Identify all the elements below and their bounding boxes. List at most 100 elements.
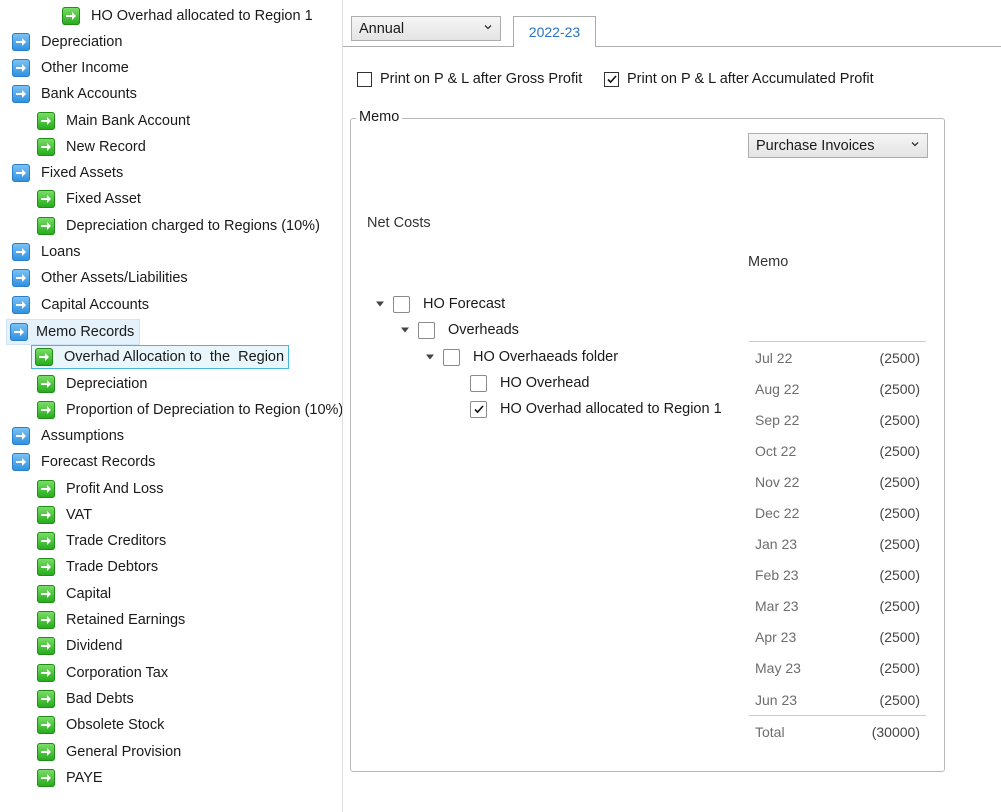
tree-item-new-record[interactable]: New Record [37, 136, 149, 158]
tree-item-other-income[interactable]: Other Income [12, 57, 132, 79]
month-label: Mar 23 [755, 598, 799, 615]
month-label: Aug 22 [755, 380, 800, 397]
tree-item-forecast-records[interactable]: Forecast Records [12, 451, 158, 473]
account-label: Overheads [448, 322, 519, 338]
account-checkbox[interactable] [470, 400, 487, 418]
account-node-ho-overhead[interactable]: HO Overhead [470, 372, 589, 394]
account-label: HO Overhaeads folder [473, 349, 619, 365]
tree-item-label: Trade Creditors [66, 533, 167, 549]
month-label: Feb 23 [755, 567, 799, 584]
tree-item-label: Overhad Allocation to the Region [64, 349, 285, 365]
tree-item-label: PAYE [66, 770, 103, 786]
tree-item-profit-and-loss[interactable]: Profit And Loss [37, 478, 167, 500]
blue-arrow-icon [12, 427, 30, 445]
tree-item-corporation-tax[interactable]: Corporation Tax [37, 662, 171, 684]
expand-triangle-icon[interactable] [375, 299, 385, 309]
table-row: Jan 23 (2500) [749, 529, 926, 560]
table-row: Jun 23 (2500) [749, 684, 926, 715]
table-row: Mar 23 (2500) [749, 591, 926, 622]
tree-item-capital-accounts[interactable]: Capital Accounts [12, 294, 152, 316]
blue-arrow-icon [12, 33, 30, 51]
tree-item-label: VAT [66, 507, 93, 523]
account-node-ho-overhad-allocated[interactable]: HO Overhad allocated to Region 1 [470, 398, 722, 420]
tree-item-main-bank-account[interactable]: Main Bank Account [37, 110, 193, 132]
tree-item-trade-creditors[interactable]: Trade Creditors [37, 530, 169, 552]
tree-item-depreciation-charged[interactable]: Depreciation charged to Regions (10%) [37, 215, 323, 237]
month-value: (2500) [879, 629, 920, 646]
print-after-gross-profit-checkbox[interactable] [357, 71, 372, 87]
tree-item-bank-accounts[interactable]: Bank Accounts [12, 83, 140, 105]
memo-source-select[interactable]: Purchase Invoices [748, 133, 928, 158]
tree-item-label: Trade Debtors [66, 559, 159, 575]
tree-item-capital[interactable]: Capital [37, 583, 114, 605]
tree-item-label: Assumptions [41, 428, 125, 444]
tree-item-trade-debtors[interactable]: Trade Debtors [37, 556, 161, 578]
tree-item-other-assets-liabilities[interactable]: Other Assets/Liabilities [12, 267, 191, 289]
account-node-ho-overheads-folder[interactable]: HO Overhaeads folder [425, 346, 618, 368]
tab-strip-line [343, 46, 1001, 47]
tree-item-overhad-allocation-selected[interactable]: Overhad Allocation to the Region [31, 345, 289, 369]
tree-item-general-provision[interactable]: General Provision [37, 741, 184, 763]
tree-item-memo-depreciation[interactable]: Depreciation [37, 373, 150, 395]
chevron-down-icon [911, 142, 919, 147]
tree-item-fixed-assets[interactable]: Fixed Assets [12, 162, 126, 184]
month-label: Apr 23 [755, 629, 797, 646]
account-checkbox[interactable] [470, 374, 487, 392]
tree-item-proportion-depreciation[interactable]: Proportion of Depreciation to Region (10… [37, 399, 346, 421]
account-node-ho-forecast[interactable]: HO Forecast [375, 293, 505, 315]
tree-item-label: Forecast Records [41, 454, 156, 470]
table-row: Oct 22 (2500) [749, 435, 926, 466]
panel-divider[interactable] [342, 0, 343, 812]
tree-item-label: Fixed Asset [66, 191, 141, 207]
tree-item-ho-overhad-allocated[interactable]: HO Overhad allocated to Region 1 [62, 5, 316, 27]
tree-item-bad-debts[interactable]: Bad Debts [37, 688, 137, 710]
account-node-overheads[interactable]: Overheads [400, 319, 519, 341]
tree-item-label: Depreciation charged to Regions (10%) [66, 218, 320, 234]
account-checkbox[interactable] [393, 295, 410, 313]
month-value: (2500) [879, 380, 920, 397]
blue-arrow-icon [12, 269, 30, 287]
tree-item-loans[interactable]: Loans [12, 241, 84, 263]
tree-item-label: Other Assets/Liabilities [41, 270, 188, 286]
print-after-gross-profit-option[interactable]: Print on P & L after Gross Profit [357, 71, 582, 87]
expand-triangle-icon[interactable] [400, 325, 410, 335]
month-label: May 23 [755, 660, 801, 677]
period-select[interactable]: Annual [351, 16, 501, 41]
table-row: Aug 22 (2500) [749, 373, 926, 404]
tree-item-memo-records[interactable]: Memo Records [6, 319, 141, 345]
tree-item-assumptions[interactable]: Assumptions [12, 425, 127, 447]
green-arrow-icon [37, 716, 55, 734]
tree-item-retained-earnings[interactable]: Retained Earnings [37, 609, 188, 631]
tree-item-dividend[interactable]: Dividend [37, 635, 125, 657]
tab-2022-23[interactable]: 2022-23 [513, 16, 596, 47]
checkmark-icon [473, 405, 484, 414]
month-value: (2500) [879, 567, 920, 584]
month-label: Jun 23 [755, 691, 798, 708]
green-arrow-icon [37, 558, 55, 576]
tree-item-paye[interactable]: PAYE [37, 767, 106, 789]
memo-column-header: Memo [748, 254, 789, 270]
memo-values-table: Jul 22 (2500) Aug 22 (2500) Sep 22 (2500) O… [749, 341, 926, 747]
account-checkbox[interactable] [418, 321, 435, 339]
print-after-accumulated-profit-checkbox[interactable] [604, 71, 619, 87]
month-value: (2500) [879, 442, 920, 459]
tree-item-depreciation[interactable]: Depreciation [12, 31, 125, 53]
tab-label: 2022-23 [528, 24, 581, 40]
tree-item-label: Corporation Tax [66, 665, 169, 681]
tree-item-vat[interactable]: VAT [37, 504, 95, 526]
green-arrow-icon [37, 769, 55, 787]
total-row: Total (30000) [749, 716, 926, 747]
month-value: (2500) [879, 505, 920, 522]
tree-item-label: Main Bank Account [66, 113, 191, 129]
print-after-accumulated-profit-option[interactable]: Print on P & L after Accumulated Profit [604, 71, 874, 87]
print-after-accumulated-profit-label: Print on P & L after Accumulated Profit [627, 71, 874, 87]
blue-arrow-icon [12, 243, 30, 261]
month-label: Jan 23 [755, 536, 798, 553]
tree-item-obsolete-stock[interactable]: Obsolete Stock [37, 714, 167, 736]
account-checkbox[interactable] [443, 348, 460, 366]
green-arrow-icon [37, 401, 55, 419]
expand-triangle-icon[interactable] [425, 352, 435, 362]
period-select-value: Annual [359, 20, 405, 37]
table-row: Apr 23 (2500) [749, 622, 926, 653]
tree-item-fixed-asset[interactable]: Fixed Asset [37, 188, 144, 210]
